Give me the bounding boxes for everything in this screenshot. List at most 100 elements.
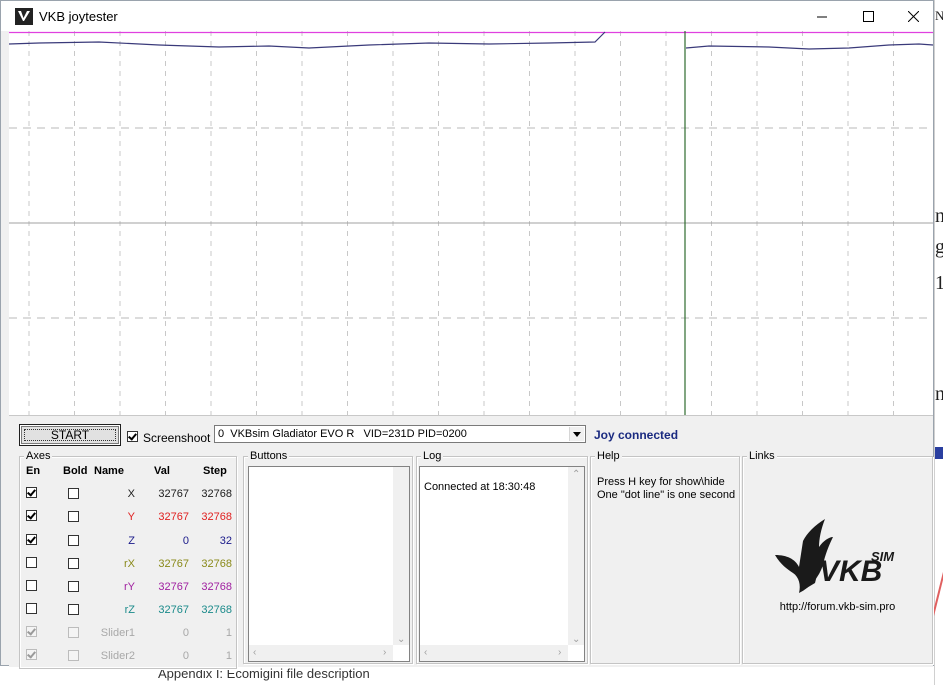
axis-value: 0 <box>182 535 189 547</box>
axis-bold-checkbox[interactable] <box>68 604 79 615</box>
axis-bold-checkbox <box>68 650 79 661</box>
axis-row: rY 32767 32768 <box>20 578 236 601</box>
log-horizontal-scrollbar[interactable]: ‹ › <box>420 645 568 661</box>
axis-row: Slider2 0 1 <box>20 647 236 670</box>
buttons-vertical-scrollbar[interactable]: ⌄ <box>393 467 409 645</box>
background-fragment: 1 <box>935 272 943 294</box>
axes-group-title: Axes <box>24 450 53 462</box>
axis-step: 32768 <box>201 511 232 523</box>
maximize-button[interactable] <box>845 1 891 31</box>
screenshoot-label: Screenshoot <box>143 431 211 445</box>
axis-enable-checkbox[interactable] <box>26 603 37 614</box>
axis-value: 32767 <box>158 581 189 593</box>
maximize-icon <box>862 10 874 22</box>
connection-status: Joy connected <box>594 428 679 442</box>
axis-step: 32768 <box>201 604 232 616</box>
graph-trace-line <box>685 43 933 50</box>
axes-header-val: Val <box>154 465 170 477</box>
axis-enable-checkbox[interactable] <box>26 580 37 591</box>
log-list[interactable]: Connected at 18:30:48 ⌃ ⌄ ‹ › <box>419 466 585 662</box>
minimize-icon <box>816 16 827 17</box>
device-select[interactable]: 0 VKBsim Gladiator EVO R VID=231D PID=02… <box>214 425 586 443</box>
buttons-group: Buttons ⌄ ‹ › <box>243 450 413 664</box>
log-entry: Connected at 18:30:48 <box>424 481 536 493</box>
dropdown-arrow-button[interactable] <box>569 427 584 441</box>
help-line-2: One "dot line" is one second <box>597 489 736 501</box>
axes-header-step: Step <box>203 465 227 477</box>
axes-header-bold: Bold <box>63 465 88 477</box>
vkbsim-logo[interactable]: VKB SIM <box>775 519 905 595</box>
background-fragment: N <box>935 8 943 23</box>
help-group-title: Help <box>595 450 622 462</box>
graph-canvas <box>9 31 933 415</box>
axis-value: 0 <box>182 650 189 662</box>
axis-value: 32767 <box>158 604 189 616</box>
axis-row: Slider1 0 1 <box>20 624 236 647</box>
axes-group: Axes En Bold Name Val Step X 32767 32768 Y 3… <box>19 450 237 670</box>
axis-bold-checkbox[interactable] <box>68 488 79 499</box>
axis-row: Z 0 32 <box>20 532 236 555</box>
control-panel: START Screenshoot 0 VKBsim Gladiator EVO… <box>9 415 933 670</box>
axis-name: Y <box>127 511 135 523</box>
buttons-group-title: Buttons <box>248 450 290 462</box>
start-button[interactable]: START <box>19 424 121 446</box>
axis-row: rX 32767 32768 <box>20 555 236 578</box>
axis-row: Y 32767 32768 <box>20 508 236 531</box>
log-group: Log Connected at 18:30:48 ⌃ ⌄ ‹ › <box>416 450 588 664</box>
links-group: Links VKB SIM http://forum.vkb-sim.pro <box>742 450 933 664</box>
axis-name: rX <box>124 558 135 570</box>
logo-superscript: SIM <box>871 549 895 564</box>
axis-bold-checkbox[interactable] <box>68 511 79 522</box>
device-select-value: 0 VKBsim Gladiator EVO R VID=231D PID=02… <box>218 428 467 440</box>
axis-name: Slider1 <box>100 627 135 639</box>
screenshoot-checkbox[interactable] <box>127 431 138 442</box>
buttons-list[interactable]: ⌄ ‹ › <box>248 466 410 662</box>
axis-step: 1 <box>225 650 232 662</box>
axis-enable-checkbox <box>26 626 37 637</box>
axis-enable-checkbox[interactable] <box>26 510 37 521</box>
graph-trace-line <box>9 31 606 49</box>
help-text: Press H key for show\hide One "dot line"… <box>597 476 735 502</box>
axis-step: 1 <box>225 627 232 639</box>
help-group: Help Press H key for show\hide One "dot … <box>590 450 740 664</box>
forum-link[interactable]: http://forum.vkb-sim.pro <box>743 601 932 613</box>
axis-enable-checkbox[interactable] <box>26 534 37 545</box>
background-edge <box>934 0 935 685</box>
axis-value: 0 <box>182 627 189 639</box>
close-icon <box>907 10 919 22</box>
chevron-down-icon <box>573 431 581 437</box>
axis-name: rZ <box>124 604 135 616</box>
window-title: VKB joytester <box>39 9 118 24</box>
background-fragment: n <box>935 383 943 405</box>
axis-enable-checkbox <box>26 649 37 660</box>
background-fragment: g <box>935 236 943 258</box>
help-line-1: Press H key for show\hide <box>597 476 725 488</box>
app-window: VKB joytester START Screenshoot 0 VKBsim… <box>0 0 934 670</box>
links-group-title: Links <box>747 450 777 462</box>
axis-step: 32 <box>219 535 232 547</box>
axis-value: 32767 <box>158 558 189 570</box>
axis-step: 32768 <box>201 558 232 570</box>
axis-row: X 32767 32768 <box>20 485 236 508</box>
axis-value: 32767 <box>158 488 189 500</box>
log-vertical-scrollbar[interactable]: ⌃ ⌄ <box>568 467 584 645</box>
axis-enable-checkbox[interactable] <box>26 487 37 498</box>
background-fragment: n <box>935 205 943 227</box>
background-blue-mark <box>935 447 943 459</box>
buttons-horizontal-scrollbar[interactable]: ‹ › <box>249 645 393 661</box>
axes-header-name: Name <box>94 465 124 477</box>
axis-name: Slider2 <box>100 650 135 662</box>
axis-graph[interactable] <box>9 31 933 415</box>
title-bar[interactable]: VKB joytester <box>1 1 933 31</box>
axis-step: 32768 <box>201 581 232 593</box>
close-button[interactable] <box>890 1 936 31</box>
axis-value: 32767 <box>158 511 189 523</box>
axis-bold-checkbox[interactable] <box>68 581 79 592</box>
focus-rect <box>24 429 116 441</box>
axis-enable-checkbox[interactable] <box>26 557 37 568</box>
axis-bold-checkbox[interactable] <box>68 558 79 569</box>
axis-bold-checkbox[interactable] <box>68 535 79 546</box>
axes-header-en: En <box>26 465 41 477</box>
minimize-button[interactable] <box>799 1 845 31</box>
log-group-title: Log <box>421 450 444 462</box>
